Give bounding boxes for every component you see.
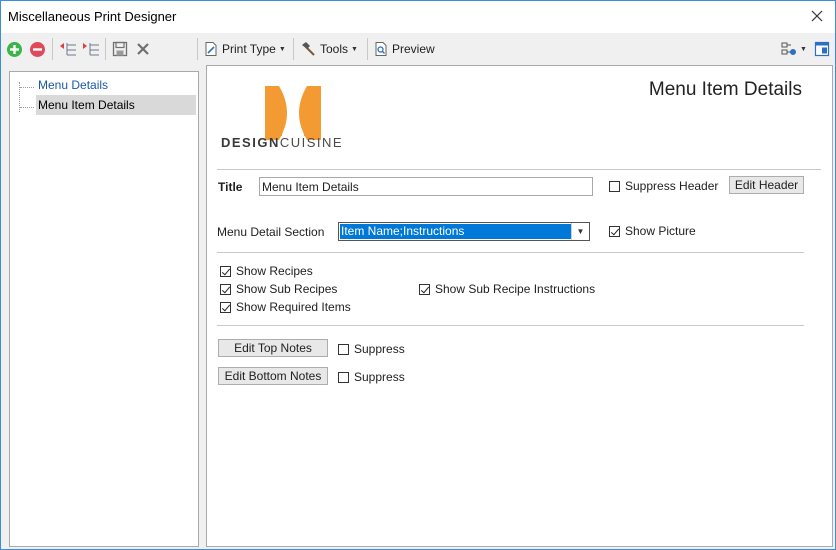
title-input[interactable]: [259, 177, 593, 196]
checkbox-box: [419, 283, 430, 295]
tools-label: Tools: [320, 42, 349, 56]
app-window: Miscellaneous Print Designer Print Type …: [0, 0, 836, 550]
tree-connector: [20, 107, 34, 108]
suppress-header-checkbox[interactable]: Suppress Header: [609, 178, 718, 194]
checkbox-box: [220, 283, 231, 295]
details-panel: DESIGNCUISINE Menu Item Details Title Su…: [206, 65, 833, 547]
close-icon: [811, 10, 823, 22]
checkbox-box: [338, 343, 349, 355]
edit-bottom-notes-button[interactable]: Edit Bottom Notes: [218, 367, 328, 385]
menu-detail-section-label: Menu Detail Section: [217, 225, 325, 239]
edit-header-button[interactable]: Edit Header: [729, 176, 804, 194]
tree-item-menu-item-details[interactable]: Menu Item Details: [36, 95, 196, 115]
edit-top-notes-button[interactable]: Edit Top Notes: [218, 339, 328, 357]
checkbox-box: [609, 180, 620, 192]
dropdown-arrow-icon[interactable]: ▼: [571, 223, 589, 240]
window-title: Miscellaneous Print Designer: [8, 9, 177, 24]
delete-button[interactable]: [135, 39, 151, 59]
chevron-down-icon: ▼: [351, 45, 358, 53]
show-recipes-checkbox[interactable]: Show Recipes: [220, 263, 313, 279]
logo-text-design: DESIGN: [221, 135, 280, 150]
show-sub-recipes-label: Show Sub Recipes: [236, 282, 338, 296]
show-required-items-label: Show Required Items: [236, 300, 351, 314]
suppress-bottom-notes-checkbox[interactable]: Suppress: [338, 369, 405, 385]
logo-wordmark: DESIGNCUISINE: [221, 135, 343, 150]
remove-button[interactable]: [29, 39, 46, 59]
suppress-bottom-notes-label: Suppress: [354, 370, 405, 384]
move-down-button[interactable]: [81, 39, 101, 59]
toolbar-separator: [367, 38, 368, 60]
toolbar: Print Type ▼ Tools ▼ Preview ▼: [1, 33, 835, 64]
tree-connector: [20, 87, 34, 88]
divider: [217, 252, 804, 253]
print-type-label: Print Type: [222, 42, 276, 56]
title-bar: Miscellaneous Print Designer: [1, 1, 835, 33]
tree-item-menu-details[interactable]: Menu Details: [36, 75, 110, 95]
divider: [217, 169, 821, 170]
close-button[interactable]: [805, 5, 829, 27]
layout-options-icon: [781, 42, 796, 55]
checkbox-box: [220, 265, 231, 277]
layout-options-dropdown[interactable]: ▼: [781, 39, 807, 59]
chevron-down-icon: ▼: [278, 45, 286, 53]
panel-heading: Menu Item Details: [648, 79, 802, 100]
show-recipes-label: Show Recipes: [236, 264, 313, 278]
checkbox-box: [338, 371, 349, 383]
toolbar-separator: [293, 38, 294, 60]
show-picture-label: Show Picture: [625, 224, 696, 238]
add-icon: [7, 41, 22, 57]
move-up-button[interactable]: [58, 39, 78, 59]
menu-detail-section-select[interactable]: Item Name;Instructions ▼: [338, 222, 590, 241]
add-button[interactable]: [6, 39, 23, 59]
save-button[interactable]: [112, 39, 128, 59]
suppress-header-label: Suppress Header: [625, 179, 719, 193]
document-edit-icon: [205, 42, 217, 56]
selected-value: Item Name;Instructions: [340, 224, 571, 239]
suppress-top-notes-checkbox[interactable]: Suppress: [338, 341, 405, 357]
checkbox-box: [609, 225, 620, 237]
divider: [217, 325, 804, 326]
toolbar-separator: [52, 38, 53, 60]
tree-move-up-icon: [60, 43, 76, 56]
show-required-items-checkbox[interactable]: Show Required Items: [220, 299, 351, 315]
preview-button[interactable]: Preview: [374, 39, 435, 59]
toolbar-separator: [197, 38, 198, 60]
remove-icon: [30, 41, 45, 57]
save-icon: [112, 41, 128, 57]
preview-icon: [375, 42, 387, 56]
show-sub-recipes-checkbox[interactable]: Show Sub Recipes: [220, 281, 337, 297]
show-picture-checkbox[interactable]: Show Picture: [609, 223, 696, 239]
chevron-down-icon: ▼: [800, 45, 807, 53]
toolbar-separator: [105, 38, 106, 60]
title-label: Title: [218, 180, 243, 194]
show-sub-recipe-instructions-checkbox[interactable]: Show Sub Recipe Instructions: [419, 281, 595, 297]
delete-x-icon: [137, 43, 149, 55]
checkbox-box: [220, 301, 231, 313]
print-type-dropdown[interactable]: Print Type ▼: [204, 39, 286, 59]
show-sub-recipe-instructions-label: Show Sub Recipe Instructions: [435, 282, 596, 296]
logo-text-cuisine: CUISINE: [279, 135, 344, 150]
preview-label: Preview: [392, 42, 435, 56]
panel-toggle-button[interactable]: [814, 39, 830, 59]
tools-dropdown[interactable]: Tools ▼: [301, 39, 358, 59]
tree-move-down-icon: [83, 43, 99, 56]
suppress-top-notes-label: Suppress: [354, 342, 405, 356]
hammer-icon: [302, 42, 315, 56]
panel-layout-icon: [814, 41, 830, 57]
navigation-tree: Menu Details Menu Item Details: [9, 71, 199, 547]
